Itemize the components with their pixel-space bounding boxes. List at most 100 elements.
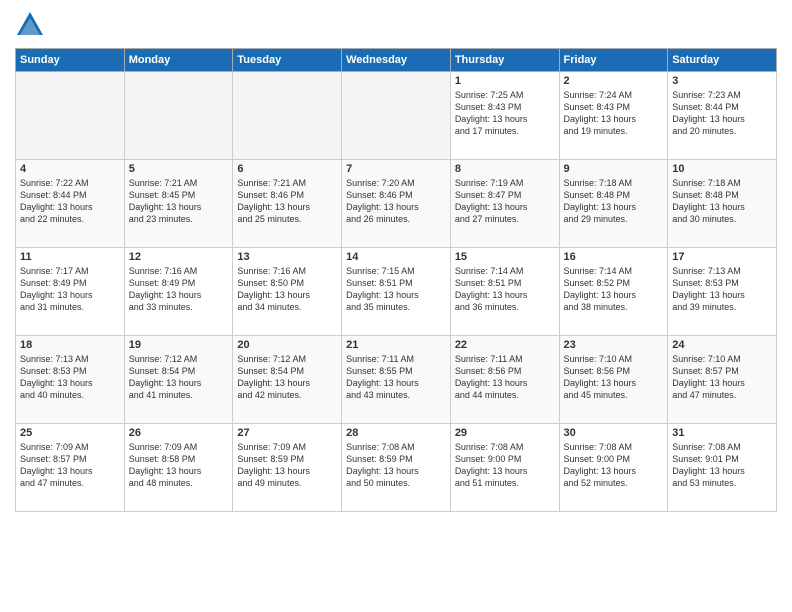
day-info: Sunrise: 7:11 AM Sunset: 8:55 PM Dayligh… — [346, 353, 446, 402]
day-number: 16 — [564, 251, 664, 263]
day-info: Sunrise: 7:22 AM Sunset: 8:44 PM Dayligh… — [20, 177, 120, 226]
calendar-cell: 11 Sunrise: 7:17 AM Sunset: 8:49 PM Dayli… — [16, 248, 125, 336]
day-info: Sunrise: 7:09 AM Sunset: 8:58 PM Dayligh… — [129, 441, 229, 490]
weekday-monday: Monday — [124, 49, 233, 72]
day-info: Sunrise: 7:19 AM Sunset: 8:47 PM Dayligh… — [455, 177, 555, 226]
calendar-cell: 19 Sunrise: 7:12 AM Sunset: 8:54 PM Dayli… — [124, 336, 233, 424]
day-number: 26 — [129, 427, 229, 439]
day-number: 25 — [20, 427, 120, 439]
weekday-tuesday: Tuesday — [233, 49, 342, 72]
day-info: Sunrise: 7:08 AM Sunset: 9:00 PM Dayligh… — [455, 441, 555, 490]
calendar-cell: 8 Sunrise: 7:19 AM Sunset: 8:47 PM Daylig… — [450, 160, 559, 248]
calendar-cell: 1 Sunrise: 7:25 AM Sunset: 8:43 PM Daylig… — [450, 72, 559, 160]
day-number: 18 — [20, 339, 120, 351]
weekday-friday: Friday — [559, 49, 668, 72]
weekday-sunday: Sunday — [16, 49, 125, 72]
day-info: Sunrise: 7:21 AM Sunset: 8:45 PM Dayligh… — [129, 177, 229, 226]
day-info: Sunrise: 7:15 AM Sunset: 8:51 PM Dayligh… — [346, 265, 446, 314]
calendar-table: SundayMondayTuesdayWednesdayThursdayFrid… — [15, 48, 777, 512]
day-number: 24 — [672, 339, 772, 351]
day-info: Sunrise: 7:12 AM Sunset: 8:54 PM Dayligh… — [129, 353, 229, 402]
calendar-cell — [342, 72, 451, 160]
weekday-saturday: Saturday — [668, 49, 777, 72]
day-number: 5 — [129, 163, 229, 175]
calendar-cell: 4 Sunrise: 7:22 AM Sunset: 8:44 PM Daylig… — [16, 160, 125, 248]
calendar-cell: 28 Sunrise: 7:08 AM Sunset: 8:59 PM Dayli… — [342, 424, 451, 512]
day-number: 14 — [346, 251, 446, 263]
day-number: 13 — [237, 251, 337, 263]
day-info: Sunrise: 7:16 AM Sunset: 8:50 PM Dayligh… — [237, 265, 337, 314]
calendar-cell: 6 Sunrise: 7:21 AM Sunset: 8:46 PM Daylig… — [233, 160, 342, 248]
day-info: Sunrise: 7:09 AM Sunset: 8:57 PM Dayligh… — [20, 441, 120, 490]
calendar-cell: 29 Sunrise: 7:08 AM Sunset: 9:00 PM Dayli… — [450, 424, 559, 512]
calendar-cell: 31 Sunrise: 7:08 AM Sunset: 9:01 PM Dayli… — [668, 424, 777, 512]
day-number: 19 — [129, 339, 229, 351]
day-info: Sunrise: 7:08 AM Sunset: 8:59 PM Dayligh… — [346, 441, 446, 490]
calendar-cell: 22 Sunrise: 7:11 AM Sunset: 8:56 PM Dayli… — [450, 336, 559, 424]
day-info: Sunrise: 7:21 AM Sunset: 8:46 PM Dayligh… — [237, 177, 337, 226]
calendar-cell: 30Sunrise: 7:08 AM Sunset: 9:00 PM Dayli… — [559, 424, 668, 512]
day-info: Sunrise: 7:25 AM Sunset: 8:43 PM Dayligh… — [455, 89, 555, 138]
week-row-1: 1 Sunrise: 7:25 AM Sunset: 8:43 PM Daylig… — [16, 72, 777, 160]
day-number: 27 — [237, 427, 337, 439]
day-info: Sunrise: 7:18 AM Sunset: 8:48 PM Dayligh… — [564, 177, 664, 226]
header — [15, 10, 777, 40]
weekday-header-row: SundayMondayTuesdayWednesdayThursdayFrid… — [16, 49, 777, 72]
calendar-cell: 20 Sunrise: 7:12 AM Sunset: 8:54 PM Dayli… — [233, 336, 342, 424]
day-info: Sunrise: 7:13 AM Sunset: 8:53 PM Dayligh… — [20, 353, 120, 402]
day-number: 4 — [20, 163, 120, 175]
day-info: Sunrise: 7:12 AM Sunset: 8:54 PM Dayligh… — [237, 353, 337, 402]
calendar-cell: 23 Sunrise: 7:10 AM Sunset: 8:56 PM Dayli… — [559, 336, 668, 424]
day-info: Sunrise: 7:08 AM Sunset: 9:01 PM Dayligh… — [672, 441, 772, 490]
week-row-3: 11 Sunrise: 7:17 AM Sunset: 8:49 PM Dayli… — [16, 248, 777, 336]
day-number: 20 — [237, 339, 337, 351]
day-info: Sunrise: 7:16 AM Sunset: 8:49 PM Dayligh… — [129, 265, 229, 314]
day-number: 11 — [20, 251, 120, 263]
day-info: Sunrise: 7:18 AM Sunset: 8:48 PM Dayligh… — [672, 177, 772, 226]
calendar-cell: 25 Sunrise: 7:09 AM Sunset: 8:57 PM Dayli… — [16, 424, 125, 512]
day-info: Sunrise: 7:14 AM Sunset: 8:52 PM Dayligh… — [564, 265, 664, 314]
day-number: 21 — [346, 339, 446, 351]
day-number: 28 — [346, 427, 446, 439]
logo — [15, 10, 49, 40]
calendar-cell: 7Sunrise: 7:20 AM Sunset: 8:46 PM Daylig… — [342, 160, 451, 248]
day-info: Sunrise: 7:10 AM Sunset: 8:57 PM Dayligh… — [672, 353, 772, 402]
weekday-wednesday: Wednesday — [342, 49, 451, 72]
day-number: 30 — [564, 427, 664, 439]
day-info: Sunrise: 7:17 AM Sunset: 8:49 PM Dayligh… — [20, 265, 120, 314]
day-number: 9 — [564, 163, 664, 175]
day-number: 10 — [672, 163, 772, 175]
day-number: 22 — [455, 339, 555, 351]
calendar-cell: 17Sunrise: 7:13 AM Sunset: 8:53 PM Dayli… — [668, 248, 777, 336]
calendar-cell: 10 Sunrise: 7:18 AM Sunset: 8:48 PM Dayli… — [668, 160, 777, 248]
week-row-2: 4 Sunrise: 7:22 AM Sunset: 8:44 PM Daylig… — [16, 160, 777, 248]
day-info: Sunrise: 7:09 AM Sunset: 8:59 PM Dayligh… — [237, 441, 337, 490]
calendar-cell: 15 Sunrise: 7:14 AM Sunset: 8:51 PM Dayli… — [450, 248, 559, 336]
day-number: 8 — [455, 163, 555, 175]
day-number: 15 — [455, 251, 555, 263]
day-number: 29 — [455, 427, 555, 439]
week-row-5: 25 Sunrise: 7:09 AM Sunset: 8:57 PM Dayli… — [16, 424, 777, 512]
day-number: 3 — [672, 75, 772, 87]
calendar-cell: 12Sunrise: 7:16 AM Sunset: 8:49 PM Dayli… — [124, 248, 233, 336]
day-info: Sunrise: 7:11 AM Sunset: 8:56 PM Dayligh… — [455, 353, 555, 402]
day-number: 23 — [564, 339, 664, 351]
week-row-4: 18 Sunrise: 7:13 AM Sunset: 8:53 PM Dayli… — [16, 336, 777, 424]
calendar-cell: 3 Sunrise: 7:23 AM Sunset: 8:44 PM Daylig… — [668, 72, 777, 160]
day-number: 31 — [672, 427, 772, 439]
day-info: Sunrise: 7:20 AM Sunset: 8:46 PM Dayligh… — [346, 177, 446, 226]
day-info: Sunrise: 7:13 AM Sunset: 8:53 PM Dayligh… — [672, 265, 772, 314]
calendar-cell: 16 Sunrise: 7:14 AM Sunset: 8:52 PM Dayli… — [559, 248, 668, 336]
day-number: 1 — [455, 75, 555, 87]
calendar-cell: 14 Sunrise: 7:15 AM Sunset: 8:51 PM Dayli… — [342, 248, 451, 336]
day-number: 6 — [237, 163, 337, 175]
page-container: SundayMondayTuesdayWednesdayThursdayFrid… — [0, 0, 792, 612]
day-info: Sunrise: 7:10 AM Sunset: 8:56 PM Dayligh… — [564, 353, 664, 402]
day-info: Sunrise: 7:23 AM Sunset: 8:44 PM Dayligh… — [672, 89, 772, 138]
calendar-cell — [16, 72, 125, 160]
day-info: Sunrise: 7:14 AM Sunset: 8:51 PM Dayligh… — [455, 265, 555, 314]
calendar-cell: 18 Sunrise: 7:13 AM Sunset: 8:53 PM Dayli… — [16, 336, 125, 424]
weekday-thursday: Thursday — [450, 49, 559, 72]
calendar-cell: 9 Sunrise: 7:18 AM Sunset: 8:48 PM Daylig… — [559, 160, 668, 248]
calendar-cell: 5 Sunrise: 7:21 AM Sunset: 8:45 PM Daylig… — [124, 160, 233, 248]
